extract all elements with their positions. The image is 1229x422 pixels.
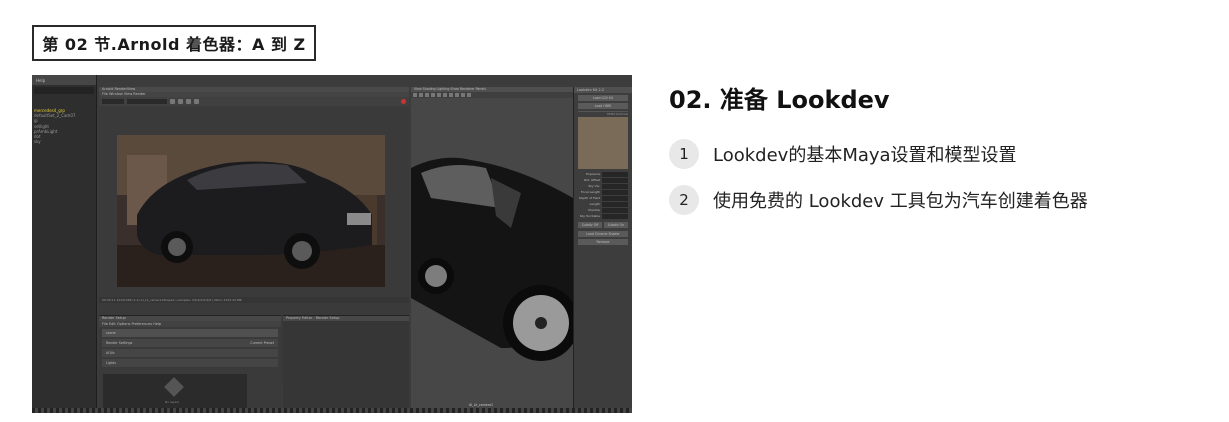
field-input[interactable] bbox=[602, 178, 628, 183]
outliner-panel: Help mercedes4_grp defaultSet_2_Cam07 gi… bbox=[32, 75, 97, 413]
field-input[interactable] bbox=[602, 196, 628, 201]
current-preset-label: Current Preset bbox=[250, 341, 274, 345]
lookdev-field: Length bbox=[578, 202, 628, 207]
lookdev-field: Depth of Field bbox=[578, 196, 628, 201]
step-item: 2 使用免费的 Lookdev 工具包为汽车创建着色器 bbox=[669, 185, 1088, 215]
viewport-tool-icon[interactable] bbox=[419, 93, 423, 97]
row-label: Render Settings bbox=[106, 341, 133, 345]
viewport-tool-icon[interactable] bbox=[461, 93, 465, 97]
render-setup-row[interactable]: Render Settings Current Preset bbox=[102, 339, 278, 347]
subdiv-on-button[interactable]: Subdiv On bbox=[604, 222, 628, 228]
field-label: Depth of Field bbox=[579, 196, 600, 200]
load-hdri-button[interactable]: Load HDRI bbox=[578, 103, 628, 109]
field-input[interactable] bbox=[602, 190, 628, 195]
maya-viewport[interactable]: View Shading Lighting Show Renderer Pane… bbox=[411, 87, 573, 413]
lookdev-field: Rot. Offset bbox=[578, 178, 628, 183]
refresh-icon[interactable] bbox=[178, 99, 183, 104]
render-view-status: 00:00:11 1024x568 (1:1) AI_Lk_camera1Sha… bbox=[99, 297, 409, 303]
viewport-tool-icon[interactable] bbox=[431, 93, 435, 97]
lookdev-field: Sky Vis. bbox=[578, 184, 628, 189]
field-input[interactable] bbox=[602, 202, 628, 207]
field-label: Length bbox=[589, 202, 600, 206]
field-label: Rot. Offset bbox=[584, 178, 600, 182]
field-input[interactable] bbox=[602, 214, 628, 219]
viewport-tool-icon[interactable] bbox=[443, 93, 447, 97]
field-label: Sky Vis. bbox=[588, 184, 600, 188]
viewport-tool-icon[interactable] bbox=[437, 93, 441, 97]
render-view-toolbar bbox=[99, 97, 409, 106]
field-label: Focal Length bbox=[580, 190, 600, 194]
lookdev-field: Focal Length bbox=[578, 190, 628, 195]
stop-render-icon[interactable] bbox=[401, 99, 406, 104]
row-label: AOVs bbox=[106, 351, 115, 355]
timeline-strip[interactable] bbox=[32, 408, 632, 413]
step-number-badge: 1 bbox=[669, 139, 699, 169]
aov-dropdown[interactable] bbox=[102, 99, 124, 104]
field-input[interactable] bbox=[602, 208, 628, 213]
hdri-preview[interactable] bbox=[578, 117, 628, 169]
subdiv-button-row: Subdiv Off Subdiv On bbox=[578, 222, 628, 228]
outliner-item[interactable]: sky bbox=[34, 139, 96, 144]
viewport-tool-icon[interactable] bbox=[425, 93, 429, 97]
field-label: Sky Turntable bbox=[579, 214, 600, 218]
field-input[interactable] bbox=[602, 184, 628, 189]
lookdev-field: Sky Turntable bbox=[578, 214, 628, 219]
row-label: scene bbox=[106, 331, 116, 335]
maya-screenshot: Help mercedes4_grp defaultSet_2_Cam07 gi… bbox=[32, 75, 632, 413]
render-icon[interactable] bbox=[170, 99, 175, 104]
render-setup-row[interactable]: scene bbox=[102, 329, 278, 337]
subdiv-off-button[interactable]: Subdiv Off bbox=[578, 222, 602, 228]
section-tag: 第 02 节.Arnold 着色器：A 到 Z bbox=[32, 25, 316, 61]
render-setup-row[interactable]: AOVs bbox=[102, 349, 278, 357]
lookdev-field: Shadow bbox=[578, 208, 628, 213]
step-number-badge: 2 bbox=[669, 185, 699, 215]
property-editor-title: Property Editor - Render Setup bbox=[283, 316, 409, 321]
viewport-tool-icon[interactable] bbox=[467, 93, 471, 97]
viewport-tool-icon[interactable] bbox=[455, 93, 459, 97]
viewport-tool-icon[interactable] bbox=[449, 93, 453, 97]
lookdev-title: Lookdev Kit 2.2 bbox=[574, 87, 632, 93]
no-layers-label: No layers bbox=[165, 400, 180, 404]
viewport-car-model bbox=[411, 157, 573, 361]
snapshot-icon[interactable] bbox=[194, 99, 199, 104]
hdri-section-label: HDRI Controls bbox=[578, 111, 628, 116]
field-label: Exposure bbox=[586, 172, 600, 176]
field-input[interactable] bbox=[602, 172, 628, 177]
load-chrome-shader-button[interactable]: Load Chrome Shader bbox=[578, 231, 628, 237]
row-label: Lights bbox=[106, 361, 116, 365]
lookdev-field: Exposure bbox=[578, 172, 628, 177]
step-text: Lookdev的基本Maya设置和模型设置 bbox=[713, 145, 1017, 166]
lookdev-kit-panel: Lookdev Kit 2.2 Load LDV Kit Load HDRI H… bbox=[573, 87, 632, 413]
render-setup-row[interactable]: Lights bbox=[102, 359, 278, 367]
field-label: Shadow bbox=[588, 208, 600, 212]
viewport-camera-label: AI_Lk_camera1 bbox=[469, 403, 493, 407]
section-heading: 02. 准备 Lookdev bbox=[669, 86, 890, 114]
rendered-car-image bbox=[117, 135, 385, 287]
render-setup-panel: Render Setup File Edit Options Preferenc… bbox=[99, 315, 281, 413]
outliner-menu[interactable]: Help bbox=[32, 75, 96, 85]
crop-icon[interactable] bbox=[186, 99, 191, 104]
viewport-tool-icon[interactable] bbox=[413, 93, 417, 97]
outliner-search[interactable] bbox=[34, 87, 94, 94]
outliner-tree: mercedes4_grp defaultSet_2_Cam07 gi setl… bbox=[32, 108, 96, 144]
layer-cube-icon bbox=[164, 377, 184, 397]
camera-dropdown[interactable] bbox=[127, 99, 167, 104]
remove-button[interactable]: Remove bbox=[578, 239, 628, 245]
render-setup-menu[interactable]: File Edit Options Preferences Help bbox=[99, 321, 281, 327]
property-editor-panel: Property Editor - Render Setup bbox=[283, 315, 409, 413]
render-canvas bbox=[117, 135, 385, 287]
render-layers-area: No layers bbox=[103, 374, 247, 408]
step-text: 使用免费的 Lookdev 工具包为汽车创建着色器 bbox=[713, 191, 1088, 212]
load-ldv-kit-button[interactable]: Load LDV Kit bbox=[578, 95, 628, 101]
step-item: 1 Lookdev的基本Maya设置和模型设置 bbox=[669, 139, 1017, 169]
